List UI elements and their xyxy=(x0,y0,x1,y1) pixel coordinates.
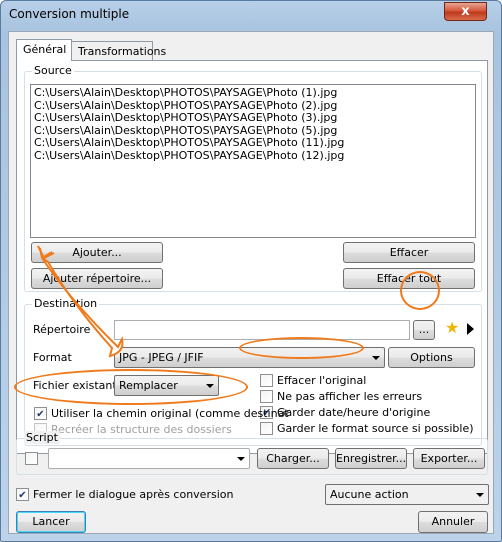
source-label: Source xyxy=(32,64,74,77)
directory-input[interactable] xyxy=(114,320,410,340)
options-button[interactable]: Options xyxy=(388,347,475,368)
run-button[interactable]: Lancer xyxy=(16,511,86,533)
script-select[interactable] xyxy=(48,448,250,469)
recreate-structure-label: Recréer la structure des dossiers xyxy=(51,423,232,436)
cancel-button[interactable]: Annuler xyxy=(418,511,488,533)
tab-transformations[interactable]: Transformations xyxy=(71,41,166,61)
chevron-down-icon xyxy=(372,356,380,360)
no-errors-checkbox[interactable] xyxy=(260,390,273,403)
source-file-list[interactable]: C:\Users\Alain\Desktop\PHOTOS\PAYSAGE\Ph… xyxy=(30,84,476,238)
list-item[interactable]: C:\Users\Alain\Desktop\PHOTOS\PAYSAGE\Ph… xyxy=(34,111,472,125)
script-label: Script xyxy=(24,431,60,444)
annotation-circle-use-original xyxy=(14,369,248,405)
dialog-window: Conversion multiple x Général Transforma… xyxy=(0,0,502,542)
play-arrow-icon[interactable] xyxy=(467,323,474,335)
close-after-label: Fermer le dialogue après conversion xyxy=(33,488,234,501)
load-button[interactable]: Charger... xyxy=(257,448,329,469)
close-icon[interactable]: x xyxy=(444,2,487,21)
delete-original-label: Effacer l'original xyxy=(277,374,367,387)
save-script-button[interactable]: Enregistrer... xyxy=(335,448,407,469)
clear-button[interactable]: Effacer xyxy=(343,242,475,263)
annotation-circle-browse xyxy=(400,271,440,310)
window-title: Conversion multiple xyxy=(9,7,130,21)
use-original-path-checkbox[interactable] xyxy=(34,407,47,420)
chevron-down-icon xyxy=(476,493,484,497)
script-checkbox[interactable] xyxy=(25,452,38,465)
annotation-circle-delete-original xyxy=(239,337,364,359)
destination-label: Destination xyxy=(32,297,100,310)
directory-label: Répertoire xyxy=(33,323,91,336)
delete-original-checkbox[interactable] xyxy=(260,374,273,387)
tab-general[interactable]: Général xyxy=(16,39,72,61)
format-value: JPG - JPEG / JFIF xyxy=(119,351,204,364)
list-item[interactable]: C:\Users\Alain\Desktop\PHOTOS\PAYSAGE\Ph… xyxy=(34,86,472,100)
keep-format-checkbox[interactable] xyxy=(260,422,273,435)
add-button[interactable]: Ajouter... xyxy=(31,242,163,263)
close-after-checkbox[interactable] xyxy=(16,488,29,501)
keep-format-label: Garder le format source si possible) xyxy=(277,422,474,435)
chevron-down-icon xyxy=(237,457,245,461)
title-bar[interactable]: Conversion multiple x xyxy=(1,1,501,29)
browse-button[interactable]: ... xyxy=(413,320,435,340)
list-item[interactable]: C:\Users\Alain\Desktop\PHOTOS\PAYSAGE\Ph… xyxy=(34,136,472,150)
export-button[interactable]: Exporter... xyxy=(413,448,485,469)
action-select[interactable]: Aucune action xyxy=(325,484,489,505)
action-value: Aucune action xyxy=(330,488,409,501)
list-item[interactable]: C:\Users\Alain\Desktop\PHOTOS\PAYSAGE\Ph… xyxy=(34,149,472,163)
add-directory-button[interactable]: Ajouter répertoire... xyxy=(31,268,163,289)
use-original-path-label: Utiliser la chemin original (comme desti… xyxy=(51,407,289,420)
keep-date-label: Garder date/heure d'origine xyxy=(277,406,431,419)
no-errors-label: Ne pas afficher les erreurs xyxy=(277,390,423,403)
star-icon[interactable]: ★ xyxy=(445,319,459,337)
format-label: Format xyxy=(33,351,72,364)
